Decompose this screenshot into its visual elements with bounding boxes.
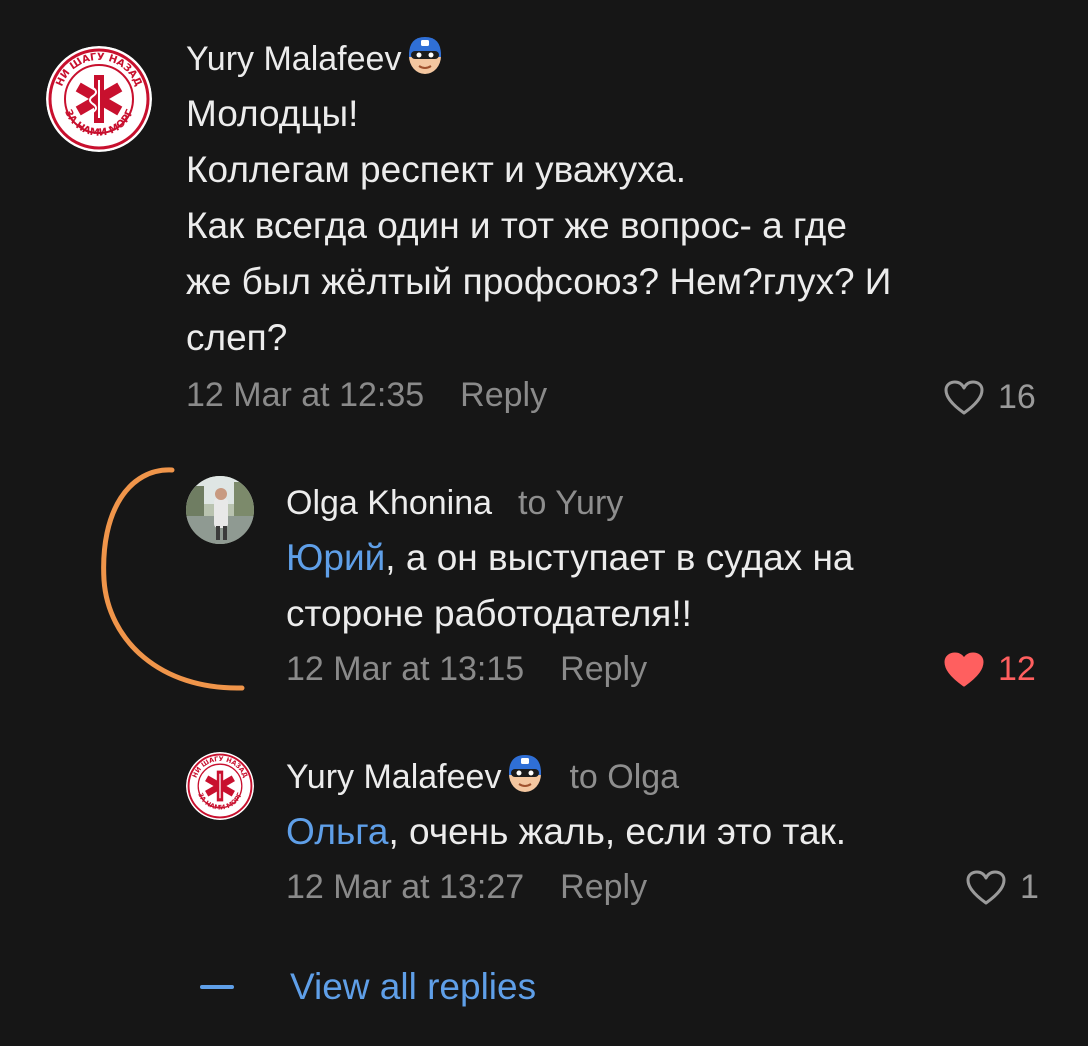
like-button[interactable]: 12	[944, 650, 1036, 689]
like-count: 12	[998, 650, 1036, 688]
view-all-replies-button[interactable]: View all replies	[200, 966, 536, 1008]
comment-text: Ольга, очень жаль, если это так.	[286, 804, 846, 860]
like-count: 16	[998, 378, 1036, 416]
comment-text-line: стороне работодателя!!	[286, 593, 692, 634]
comment-text: Юрий, а он выступает в судах на стороне …	[286, 530, 853, 642]
mask-emoji-icon	[507, 753, 543, 802]
heart-filled-icon	[944, 652, 984, 686]
like-button[interactable]: 1	[966, 868, 1039, 907]
like-button[interactable]: 16	[944, 378, 1036, 417]
mention-link[interactable]: Юрий	[286, 537, 385, 578]
comment-meta: 12 Mar at 13:15 Reply	[286, 650, 647, 689]
heart-outline-icon	[944, 380, 984, 414]
comment-header: Olga Khonina to Yury	[286, 480, 623, 526]
medical-star-logo-icon: НИ ШАГУ НАЗАД ЗА НАМИ МОРГ	[46, 46, 152, 152]
medical-star-logo-icon: НИ ШАГУ НАЗАД ЗА НАМИ МОРГ	[186, 752, 254, 820]
avatar[interactable]: НИ ШАГУ НАЗАД ЗА НАМИ МОРГ	[186, 752, 254, 820]
timestamp: 12 Mar at 13:15	[286, 650, 525, 688]
avatar[interactable]	[186, 476, 254, 544]
comment-text-line: Молодцы!	[186, 93, 359, 134]
avatar[interactable]: НИ ШАГУ НАЗАД ЗА НАМИ МОРГ	[46, 46, 152, 152]
comment-text-fragment: , а он выступает в судах на	[385, 537, 854, 578]
mask-emoji-icon	[407, 35, 443, 84]
like-count: 1	[1020, 868, 1039, 906]
reply-to-label[interactable]: to Olga	[569, 758, 679, 797]
comment-text-line: слеп?	[186, 317, 288, 358]
comment-meta: 12 Mar at 13:27 Reply	[286, 868, 647, 907]
reply-button[interactable]: Reply	[560, 868, 647, 906]
user-photo-avatar	[186, 476, 254, 544]
mention-link[interactable]: Ольга	[286, 811, 389, 852]
timestamp: 12 Mar at 13:27	[286, 868, 525, 906]
comment-text-fragment: , очень жаль, если это так.	[388, 811, 847, 852]
comment-text-line: же был жёлтый профсоюз? Нем?глух? И	[186, 261, 892, 302]
author-name[interactable]: Yury Malafeev	[286, 758, 501, 797]
collapse-dash-icon	[200, 985, 234, 989]
comment-header: Yury Malafeev to Olga	[286, 754, 679, 800]
comment-meta: 12 Mar at 12:35 Reply	[186, 376, 547, 415]
comment-header: Yury Malafeev	[186, 36, 443, 82]
comment-text: Молодцы! Коллегам респект и уважуха. Как…	[186, 86, 891, 366]
heart-outline-icon	[966, 870, 1006, 904]
timestamp: 12 Mar at 12:35	[186, 376, 425, 414]
author-name[interactable]: Olga Khonina	[286, 484, 492, 523]
reply-button[interactable]: Reply	[460, 376, 547, 414]
reply-to-label[interactable]: to Yury	[518, 484, 623, 523]
author-name[interactable]: Yury Malafeev	[186, 40, 401, 79]
comment-text-line: Как всегда один и тот же вопрос- а где	[186, 205, 847, 246]
view-all-replies-label[interactable]: View all replies	[290, 966, 536, 1008]
comment-text-line: Коллегам респект и уважуха.	[186, 149, 687, 190]
comment-text-line: Юрий, а он выступает в судах на	[286, 530, 853, 586]
reply-button[interactable]: Reply	[560, 650, 647, 688]
comment-text-line: Ольга, очень жаль, если это так.	[286, 804, 846, 860]
